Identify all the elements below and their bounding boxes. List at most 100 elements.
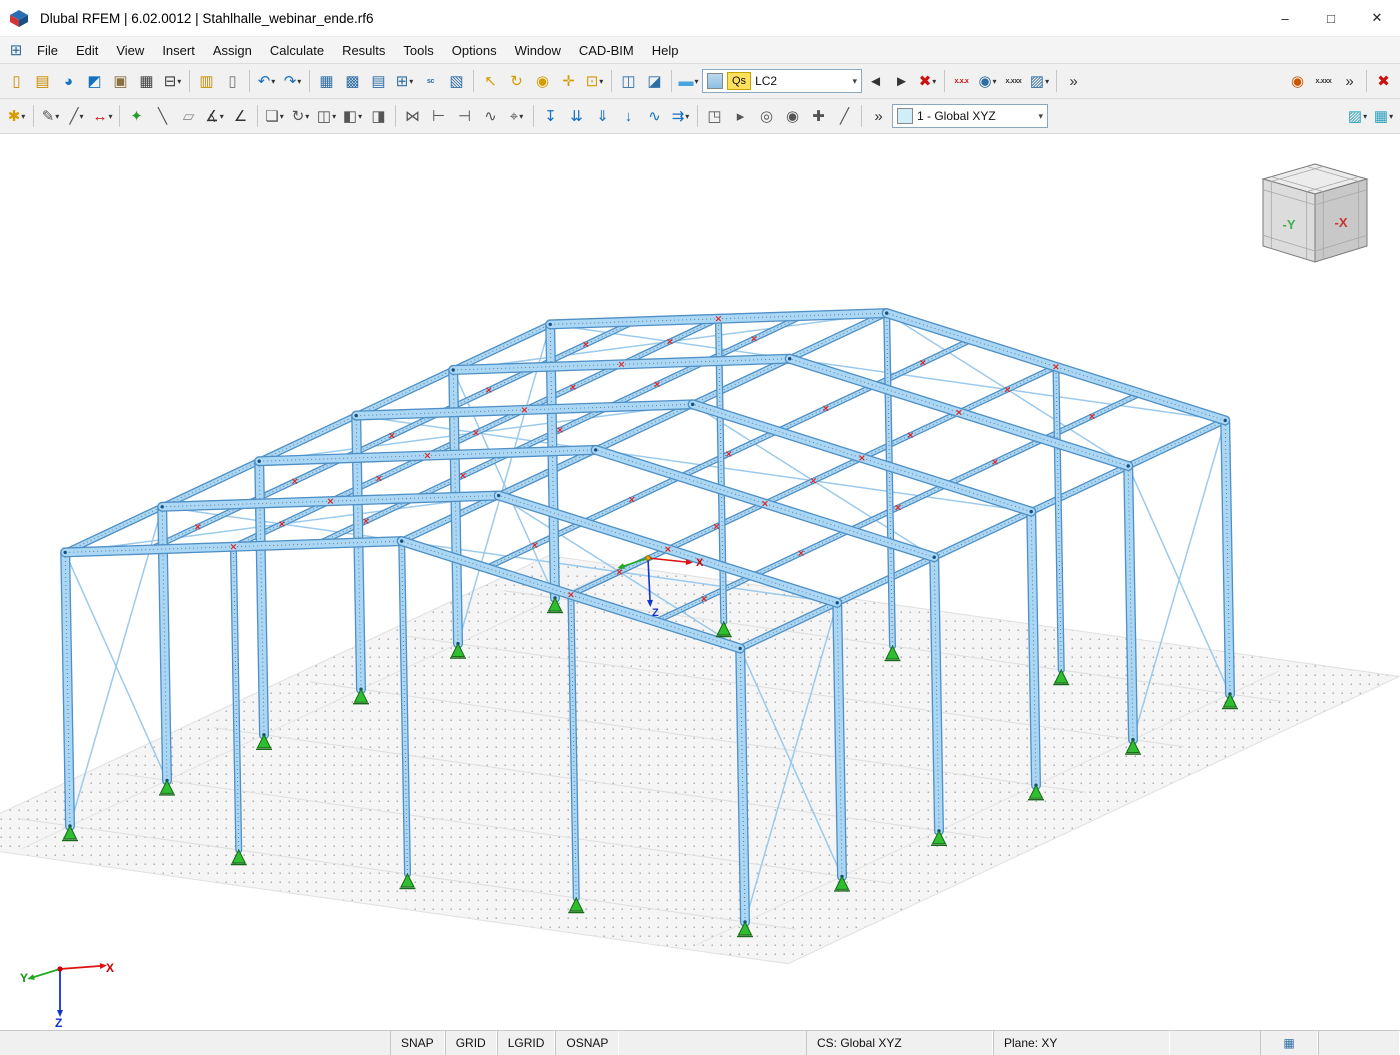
pan-view-button[interactable]: ✛ (556, 69, 581, 94)
previous-load-case-button[interactable]: ◄ (863, 69, 888, 94)
visibility-clip-button[interactable]: ◳ (702, 104, 727, 129)
close-button[interactable]: ✕ (1354, 0, 1400, 36)
result-panel-button[interactable]: ▨ ▾ (1027, 69, 1052, 94)
menu-insert[interactable]: Insert (153, 40, 204, 61)
edit-line-dropdown-arrow[interactable]: ▾ (55, 112, 59, 121)
new-model-button[interactable]: ▯ (4, 69, 29, 94)
print-dropdown-arrow[interactable]: ▾ (177, 77, 181, 86)
menu-window[interactable]: Window (506, 40, 570, 61)
undo-dropdown-arrow[interactable]: ▾ (271, 77, 275, 86)
rotate-copy-dropdown-arrow[interactable]: ▾ (305, 112, 309, 121)
new-surface-button[interactable]: ▱ (176, 104, 201, 129)
print-button[interactable]: ⊟ ▾ (160, 69, 185, 94)
notes-button[interactable]: ▯ (220, 69, 245, 94)
nodal-load-button[interactable]: ↧ (538, 104, 563, 129)
viewport-3d[interactable]: X Z X Y Z -Y -X (0, 134, 1400, 1030)
select-pointer-button[interactable]: ↖ (478, 69, 503, 94)
extrude-member-dropdown-arrow[interactable]: ▾ (358, 112, 362, 121)
dimensions-button[interactable]: ↔ ▾ (90, 104, 115, 129)
dimension-x-dropdown-arrow[interactable]: ▾ (220, 112, 224, 121)
render-view-button[interactable]: ◩ (82, 69, 107, 94)
printout-report-button[interactable]: ▥ (194, 69, 219, 94)
edit-polyline-button[interactable]: ╱ ▾ (64, 104, 89, 129)
cancel-button[interactable]: ✖ (1371, 69, 1396, 94)
coordinate-system-combobox[interactable]: 1 - Global XYZ ▾ (892, 104, 1048, 128)
delete-loads-dropdown-arrow[interactable]: ▾ (932, 77, 936, 86)
table-goto-dropdown-arrow[interactable]: ▾ (409, 77, 413, 86)
visibility-filter-button[interactable]: ▨ ▾ (1345, 104, 1370, 129)
imperfection-button[interactable]: ∿ (642, 104, 667, 129)
menu-calculate[interactable]: Calculate (261, 40, 333, 61)
maximize-button[interactable]: □ (1308, 0, 1354, 36)
menu-view[interactable]: View (107, 40, 153, 61)
visibility-filter-dropdown-arrow[interactable]: ▾ (1363, 112, 1367, 121)
table-edit-button[interactable]: ▤ (366, 69, 391, 94)
statusbar-table-button[interactable]: ▦ (1260, 1031, 1318, 1055)
snap-options-button[interactable]: ✱ ▾ (4, 104, 29, 129)
next-load-case-button[interactable]: ► (889, 69, 914, 94)
table-grid-button[interactable]: ▩ (340, 69, 365, 94)
pick-object-button[interactable]: ◉ (1285, 69, 1310, 94)
table-sc-button[interactable]: sc (418, 69, 443, 94)
color-scale-dropdown-arrow[interactable]: ▾ (694, 77, 698, 86)
statusbar-toggle-snap[interactable]: SNAP (390, 1031, 445, 1055)
section-plane-button[interactable]: ╱ (832, 104, 857, 129)
table-goto-button[interactable]: ⊞ ▾ (392, 69, 417, 94)
dimension-x-button[interactable]: ∡ ▾ (202, 104, 227, 129)
load-generator-dropdown-arrow[interactable]: ▾ (685, 112, 689, 121)
menu-options[interactable]: Options (443, 40, 506, 61)
navigation-cube[interactable]: -Y -X (1261, 163, 1369, 263)
edit-line-button[interactable]: ✎ ▾ (38, 104, 63, 129)
dimensions-dropdown-arrow[interactable]: ▾ (108, 112, 112, 121)
trim-members-button[interactable]: ⊣ (452, 104, 477, 129)
menu-assign[interactable]: Assign (204, 40, 261, 61)
new-member-button[interactable]: ╲ (150, 104, 175, 129)
snap-node-dropdown-arrow[interactable]: ▾ (519, 112, 523, 121)
statusbar-toggle-osnap[interactable]: OSNAP (555, 1031, 620, 1055)
display-style-button[interactable]: ▦ ▾ (1371, 104, 1396, 129)
show-results-dropdown-arrow[interactable]: ▾ (993, 77, 997, 86)
extrude-surface-button[interactable]: ◨ (366, 104, 391, 129)
clipboard-button[interactable]: ▣ (108, 69, 133, 94)
camera-view-button[interactable]: ◉ (780, 104, 805, 129)
save-button[interactable]: ▦ (134, 69, 159, 94)
redo-dropdown-arrow[interactable]: ▾ (297, 77, 301, 86)
load-case-dropdown-arrow[interactable]: ▾ (852, 76, 857, 87)
statusbar-toggle-grid[interactable]: GRID (444, 1031, 497, 1055)
show-result-values-button[interactable]: x.xxx (1001, 69, 1026, 94)
work-window[interactable]: X Z X Y Z -Y -X (0, 134, 1400, 1030)
menu-results[interactable]: Results (333, 40, 394, 61)
load-case-combobox[interactable]: Qs LC2 ▾ (702, 69, 862, 93)
minimize-button[interactable]: – (1262, 0, 1308, 36)
move-copy-button[interactable]: ❏ ▾ (262, 104, 287, 129)
mirror-button[interactable]: ◫ ▾ (314, 104, 339, 129)
mirror-dropdown-arrow[interactable]: ▾ (332, 112, 336, 121)
coordinate-system-dropdown-arrow[interactable]: ▾ (1038, 111, 1043, 122)
show-load-values-button[interactable]: x.x.x (949, 69, 974, 94)
statusbar-work-plane[interactable]: Plane: XY (993, 1031, 1170, 1055)
ground-slab[interactable] (0, 555, 1400, 965)
statusbar-toggle-lgrid[interactable]: LGRID (496, 1031, 556, 1055)
menu-help[interactable]: Help (643, 40, 688, 61)
tables-button[interactable]: ▦ (314, 69, 339, 94)
snap-options-dropdown-arrow[interactable]: ▾ (21, 112, 25, 121)
member-load-button[interactable]: ⇊ (564, 104, 589, 129)
divide-member-button[interactable]: ⊢ (426, 104, 451, 129)
animation-button[interactable]: ▸ (728, 104, 753, 129)
color-scale-button[interactable]: ▬ ▾ (676, 69, 701, 94)
table-filter-button[interactable]: ▧ (444, 69, 469, 94)
open-model-button[interactable]: ▤ (30, 69, 55, 94)
statusbar-coordinate-system[interactable]: CS: Global XYZ (806, 1031, 993, 1055)
extrude-member-button[interactable]: ◧ ▾ (340, 104, 365, 129)
result-panel-dropdown-arrow[interactable]: ▾ (1045, 77, 1049, 86)
display-style-dropdown-arrow[interactable]: ▾ (1389, 112, 1393, 121)
surface-load-button[interactable]: ⇓ (590, 104, 615, 129)
redo-button[interactable]: ↷ ▾ (280, 69, 305, 94)
dimension-xx-button[interactable]: ∠ (228, 104, 253, 129)
load-generator-button[interactable]: ⇉ ▾ (668, 104, 693, 129)
undo-button[interactable]: ↶ ▾ (254, 69, 279, 94)
zoom-view-button[interactable]: ◉ (530, 69, 555, 94)
edit-polyline-dropdown-arrow[interactable]: ▾ (80, 112, 84, 121)
menu-file[interactable]: File (28, 40, 67, 61)
snap-node-button[interactable]: ⌖ ▾ (504, 104, 529, 129)
